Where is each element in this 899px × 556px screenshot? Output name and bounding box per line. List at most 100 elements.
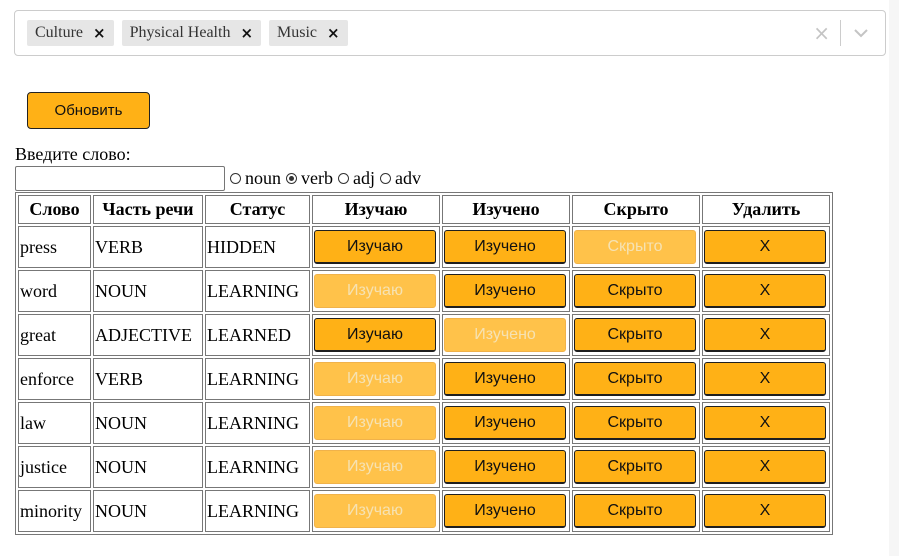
update-button[interactable]: Обновить — [27, 92, 150, 129]
mark-hidden-button[interactable]: Скрыто — [574, 406, 696, 440]
selected-tags: Culture × Physical Health × Music × — [15, 20, 803, 46]
delete-word-button[interactable]: X — [704, 274, 826, 308]
clear-all-icon[interactable]: × — [803, 21, 840, 45]
remove-tag-icon[interactable]: × — [236, 24, 261, 42]
radio-adv[interactable]: adv — [379, 167, 421, 189]
mark-learned-button[interactable]: Изучено — [444, 494, 566, 528]
delete-word-cell: X — [702, 226, 830, 268]
mark-hidden-cell: Скрыто — [572, 314, 700, 356]
radio-adv-button[interactable] — [379, 172, 391, 184]
mark-hidden-button[interactable]: Скрыто — [574, 362, 696, 396]
mark-learning-button: Изучаю — [314, 450, 436, 484]
mark-learning-button[interactable]: Изучаю — [314, 230, 436, 264]
delete-word-button[interactable]: X — [704, 362, 826, 396]
table-row: press VERB HIDDEN Изучаю Изучено Скрыто X — [18, 226, 830, 268]
radio-noun-button[interactable] — [230, 172, 241, 184]
words-table: Слово Часть речи Статус Изучаю Изучено С… — [15, 192, 833, 535]
mark-hidden-button: Скрыто — [574, 230, 696, 264]
mark-hidden-cell: Скрыто — [572, 358, 700, 400]
radio-adv-label: adv — [394, 167, 421, 188]
delete-word-button[interactable]: X — [704, 406, 826, 440]
delete-word-button[interactable]: X — [704, 450, 826, 484]
table-header-row: Слово Часть речи Статус Изучаю Изучено С… — [18, 195, 830, 224]
part-of-speech-cell: NOUN — [93, 490, 203, 532]
part-of-speech-cell: VERB — [93, 358, 203, 400]
delete-word-button[interactable]: X — [704, 494, 826, 528]
mark-learning-cell: Изучаю — [312, 226, 440, 268]
mark-learning-button: Изучаю — [314, 494, 436, 528]
mark-hidden-button[interactable]: Скрыто — [574, 450, 696, 484]
status-cell: LEARNING — [205, 358, 310, 400]
tag-chip-music: Music × — [269, 20, 348, 46]
word-cell: law — [18, 402, 91, 444]
mark-learning-cell: Изучаю — [312, 314, 440, 356]
remove-tag-icon[interactable]: × — [323, 24, 348, 42]
mark-learned-cell: Изучено — [442, 270, 570, 312]
mark-learned-cell: Изучено — [442, 490, 570, 532]
mark-hidden-button[interactable]: Скрыто — [574, 274, 696, 308]
radio-noun-label: noun — [245, 167, 281, 188]
header-part-of-speech: Часть речи — [93, 195, 203, 224]
status-cell: LEARNING — [205, 446, 310, 488]
table-row: enforce VERB LEARNING Изучаю Изучено Скрыто X — [18, 358, 830, 400]
delete-word-cell: X — [702, 402, 830, 444]
word-cell: press — [18, 226, 91, 268]
mark-learning-button: Изучаю — [314, 362, 436, 396]
page-right-edge — [889, 0, 899, 556]
mark-hidden-cell: Скрыто — [572, 402, 700, 444]
table-row: law NOUN LEARNING Изучаю Изучено Скрыто X — [18, 402, 830, 444]
mark-learned-cell: Изучено — [442, 314, 570, 356]
table-row: word NOUN LEARNING Изучаю Изучено Скрыто X — [18, 270, 830, 312]
table-row: minority NOUN LEARNING Изучаю Изучено Скрыто X — [18, 490, 830, 532]
part-of-speech-cell: ADJECTIVE — [93, 314, 203, 356]
mark-learned-cell: Изучено — [442, 358, 570, 400]
radio-noun[interactable]: noun — [230, 168, 281, 189]
mark-hidden-cell: Скрыто — [572, 226, 700, 268]
mark-learning-button[interactable]: Изучаю — [314, 318, 436, 352]
mark-learning-cell: Изучаю — [312, 402, 440, 444]
status-cell: LEARNING — [205, 490, 310, 532]
remove-tag-icon[interactable]: × — [89, 24, 114, 42]
tag-chip-label: Culture — [35, 24, 83, 41]
mark-learning-button: Изучаю — [314, 274, 436, 308]
tag-chip-culture: Culture × — [27, 20, 114, 46]
header-delete: Удалить — [702, 195, 830, 224]
delete-word-button[interactable]: X — [704, 318, 826, 352]
chevron-down-icon[interactable] — [841, 28, 875, 38]
part-of-speech-cell: NOUN — [93, 446, 203, 488]
mark-hidden-cell: Скрыто — [572, 446, 700, 488]
mark-learned-button[interactable]: Изучено — [444, 230, 566, 264]
mark-hidden-cell: Скрыто — [572, 270, 700, 312]
word-cell: justice — [18, 446, 91, 488]
radio-adj-button[interactable] — [337, 172, 349, 184]
mark-learning-button: Изучаю — [314, 406, 436, 440]
delete-word-cell: X — [702, 446, 830, 488]
select-controls: × — [803, 11, 885, 55]
status-cell: LEARNING — [205, 402, 310, 444]
status-cell: LEARNED — [205, 314, 310, 356]
radio-verb-label: verb — [301, 167, 333, 188]
table-body: press VERB HIDDEN Изучаю Изучено Скрыто Xword N… — [18, 226, 830, 532]
mark-learned-button[interactable]: Изучено — [444, 450, 566, 484]
tag-filter-select[interactable]: Culture × Physical Health × Music × × — [14, 10, 886, 56]
part-of-speech-cell: VERB — [93, 226, 203, 268]
table-row: great ADJECTIVE LEARNED Изучаю Изучено Скрыто… — [18, 314, 830, 356]
mark-hidden-button[interactable]: Скрыто — [574, 318, 696, 352]
mark-hidden-button[interactable]: Скрыто — [574, 494, 696, 528]
mark-learned-button[interactable]: Изучено — [444, 362, 566, 396]
mark-hidden-cell: Скрыто — [572, 490, 700, 532]
radio-adj[interactable]: adj — [337, 168, 375, 189]
mark-learned-button[interactable]: Изучено — [444, 274, 566, 308]
tag-chip-label: Music — [277, 24, 318, 41]
delete-word-cell: X — [702, 490, 830, 532]
mark-learned-cell: Изучено — [442, 446, 570, 488]
delete-word-button[interactable]: X — [704, 230, 826, 264]
tag-chip-physical-health: Physical Health × — [121, 20, 262, 46]
word-input-label: Введите слово: — [15, 144, 131, 164]
word-cell: word — [18, 270, 91, 312]
mark-learned-button[interactable]: Изучено — [444, 406, 566, 440]
mark-learning-cell: Изучаю — [312, 490, 440, 532]
word-input[interactable] — [15, 166, 225, 191]
radio-verb-button[interactable] — [286, 172, 297, 184]
radio-verb[interactable]: verb — [286, 168, 333, 189]
